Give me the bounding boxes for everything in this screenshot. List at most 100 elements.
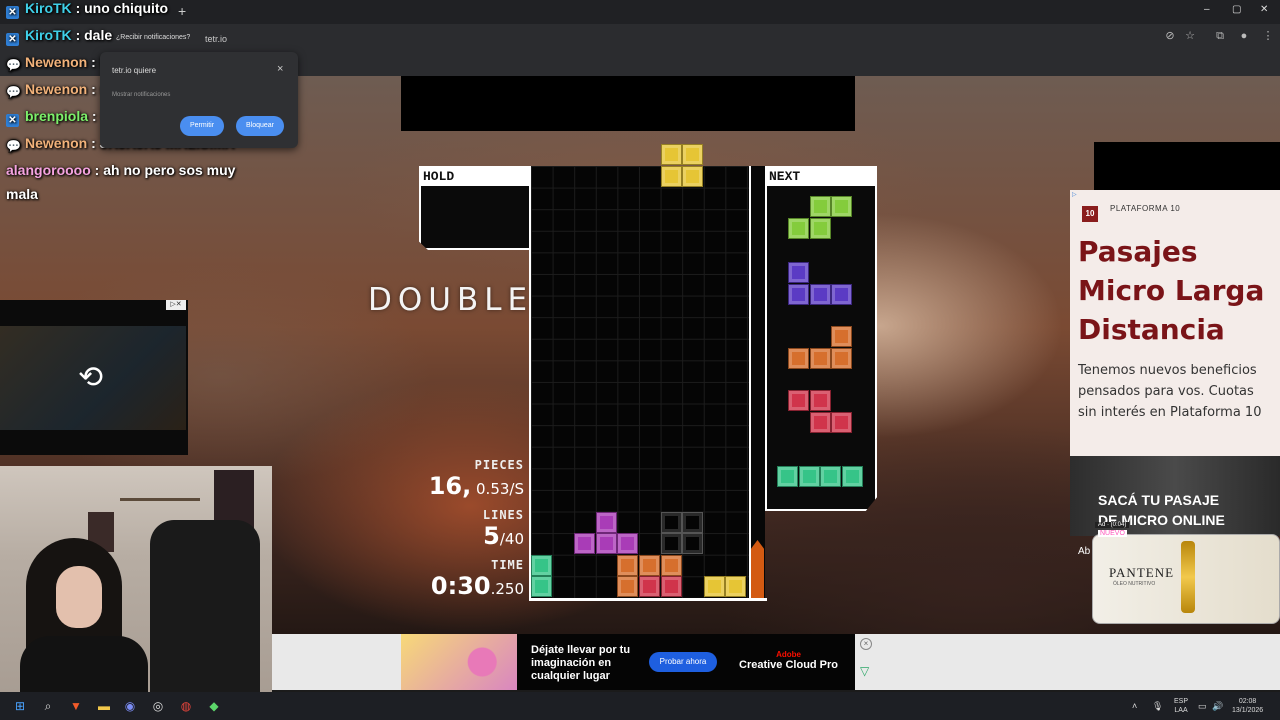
- menu-icon[interactable]: ⋮: [1262, 30, 1274, 42]
- bottom-ad-text: Déjate llevar por tu imaginación en cual…: [531, 644, 631, 682]
- block-button[interactable]: Bloquear: [236, 116, 284, 136]
- profile-icon[interactable]: ●: [1238, 30, 1250, 42]
- stack-block: [531, 576, 552, 598]
- adchoices-icon[interactable]: ▷: [1072, 191, 1084, 199]
- ad-flag-icon[interactable]: ▽: [860, 664, 869, 678]
- minimize-button[interactable]: –: [1204, 4, 1210, 15]
- right-ad[interactable]: 10 PLATAFORMA 10 Pasajes Micro Larga Dis…: [1070, 190, 1280, 456]
- chat-text: mala: [6, 186, 38, 202]
- active-piece-block: [660, 166, 682, 187]
- pps-value: 0.53/S: [476, 480, 524, 498]
- chat-bubble-icon: 💬: [6, 139, 21, 153]
- chat-message: alangoroooo : ah no pero sos muy: [6, 162, 235, 178]
- close-window-button[interactable]: ✕: [1260, 4, 1268, 15]
- next-piece-block: [788, 390, 809, 411]
- game-board[interactable]: [531, 166, 749, 600]
- new-badge: NUEVO: [1098, 530, 1127, 537]
- next-piece-block: [831, 283, 852, 305]
- extensions-icon[interactable]: ⧉: [1214, 30, 1226, 42]
- clock[interactable]: 02:08 13/1/2026: [1232, 697, 1263, 715]
- chat-platform-icon: ✕: [6, 114, 19, 127]
- right-ad-slot: [1094, 142, 1280, 190]
- lines-label: LINES: [482, 508, 524, 522]
- notification-close-icon[interactable]: ×: [277, 63, 283, 75]
- windows-start-icon[interactable]: ⊞: [12, 698, 28, 714]
- chat-message: ✕ KiroTK : dale: [6, 27, 112, 46]
- chat-username: Newenon: [25, 54, 92, 70]
- time-label: TIME: [491, 558, 524, 572]
- allow-button[interactable]: Permitir: [180, 116, 224, 136]
- chat-message: ✕ KiroTK : uno chiquito: [6, 0, 168, 19]
- screen: + – ▢ ✕ ¿Recibir notificaciones? tetr.io…: [0, 0, 1280, 720]
- address-bar[interactable]: ¿Recibir notificaciones? tetr.io: [0, 24, 1280, 52]
- maximize-button[interactable]: ▢: [1232, 4, 1241, 15]
- garbage-meter: [751, 540, 764, 598]
- search-icon[interactable]: ⌕: [40, 698, 56, 714]
- obs-icon[interactable]: ◎: [150, 698, 166, 714]
- hold-box: HOLD: [419, 166, 531, 250]
- chrome-icon[interactable]: ◍: [178, 698, 194, 714]
- product-label: Creative Cloud Pro: [739, 659, 839, 671]
- bottom-ad[interactable]: Déjate llevar por tu imaginación en cual…: [401, 634, 855, 690]
- pantene-video-ad[interactable]: PANTENE ÓLEO NUTRITIVO: [1092, 534, 1280, 624]
- stack-block: [531, 554, 552, 576]
- lines-total: /40: [499, 530, 524, 548]
- webcam-chair: [150, 520, 260, 692]
- mic-icon[interactable]: 🎙: [1152, 701, 1163, 712]
- discord-icon[interactable]: ◉: [122, 698, 138, 714]
- next-label: NEXT: [767, 168, 877, 186]
- next-piece-block: [820, 466, 841, 487]
- tray-chevron-icon[interactable]: ˄: [1132, 701, 1137, 711]
- next-piece-block: [831, 347, 852, 369]
- hold-label: HOLD: [421, 168, 531, 186]
- tab-bar: + – ▢ ✕: [0, 0, 1280, 24]
- pantene-bottle: [1181, 541, 1195, 613]
- taskbar: ⊞ ⌕ ▼ ▬ ◉ ◎ ◍ ◆ ˄ 🎙 ESP LAA ▭ 🔊 02:08 13/…: [0, 692, 1280, 720]
- bookmark-star-icon[interactable]: ☆: [1184, 30, 1196, 42]
- active-piece-block: [682, 144, 704, 166]
- language-indicator[interactable]: ESP LAA: [1174, 697, 1188, 715]
- next-piece-block: [831, 326, 852, 347]
- chat-username: Newenon: [25, 135, 92, 151]
- stack-block: [639, 576, 660, 598]
- stack-block: [725, 576, 747, 598]
- next-piece-block: [788, 217, 809, 239]
- try-now-button[interactable]: Probar ahora: [649, 652, 717, 672]
- bottom-ad-brand: Adobe Creative Cloud Pro: [739, 650, 838, 671]
- chat-text: : ah no pero sos muy: [94, 162, 236, 178]
- time-value: 0:30: [430, 572, 491, 600]
- stack-block: [703, 576, 725, 598]
- url-text[interactable]: tetr.io: [205, 34, 227, 44]
- notifications-blocked-icon[interactable]: ⊘: [1164, 30, 1176, 42]
- pieces-value: 16,: [428, 472, 472, 500]
- active-piece-block: [682, 166, 704, 187]
- stack-block: [595, 511, 617, 533]
- notification-hint[interactable]: ¿Recibir notificaciones?: [116, 34, 190, 41]
- next-piece-block: [788, 262, 809, 283]
- next-piece-block: [831, 411, 852, 433]
- ghost-piece-block: [660, 533, 682, 555]
- next-piece-block: [798, 466, 820, 487]
- lines-stat: 5/40: [483, 522, 524, 550]
- folder-icon[interactable]: ▬: [96, 698, 112, 714]
- webcam-feed: [0, 466, 272, 692]
- speaker-icon[interactable]: 🔊: [1212, 701, 1223, 712]
- pantene-sub: ÓLEO NUTRITIVO: [1113, 581, 1156, 587]
- brave-icon[interactable]: ▼: [68, 698, 84, 714]
- stack-block: [639, 554, 660, 576]
- new-tab-button[interactable]: +: [178, 3, 186, 19]
- top-ad-slot: [401, 76, 855, 131]
- chat-bubble-icon: 💬: [6, 85, 21, 99]
- ad-close-icon[interactable]: ×: [860, 638, 872, 650]
- notification-prompt: tetr.io quiere Mostrar notificaciones × …: [100, 52, 298, 148]
- next-piece-block: [841, 466, 863, 487]
- app-icon[interactable]: ◆: [206, 698, 222, 714]
- chat-platform-icon: ✕: [6, 33, 19, 46]
- webcam-person-face: [56, 566, 102, 628]
- next-piece-block: [809, 196, 831, 217]
- ad-brand: PLATAFORMA 10: [1110, 204, 1181, 213]
- ghost-piece-block: [660, 511, 682, 533]
- display-icon[interactable]: ▭: [1198, 701, 1207, 712]
- adchoices-icon[interactable]: ▷✕: [166, 300, 186, 310]
- replay-icon[interactable]: ⟲: [78, 360, 103, 395]
